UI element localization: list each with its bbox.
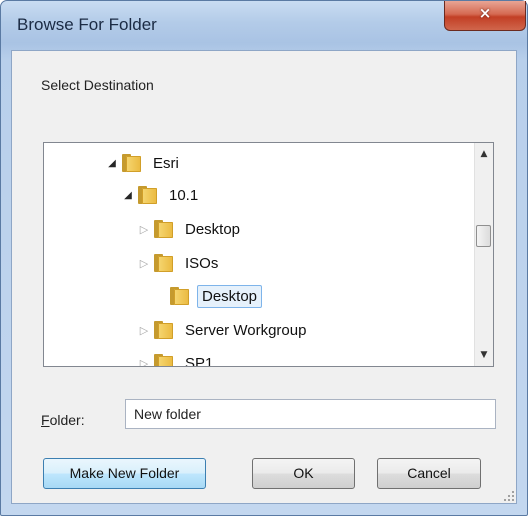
folder-icon	[153, 253, 175, 273]
tree-item-isos[interactable]: ▷ ISOs	[137, 249, 222, 277]
close-button[interactable]: ×	[444, 1, 526, 31]
folder-icon	[137, 185, 159, 205]
tree-item-server-workgroup[interactable]: ▷ Server Workgroup	[137, 316, 310, 344]
browse-for-folder-window: Browse For Folder × Select Destination ◢…	[0, 0, 528, 516]
folder-tree[interactable]: ◢ Esri ◢ 10.1 ▷ Desktop ▷ ISOs Desktop ▷…	[43, 142, 494, 367]
folder-field-label: Folder:	[41, 412, 85, 428]
scroll-up-arrow-icon[interactable]: ▲	[475, 145, 493, 163]
collapsed-arrow-icon[interactable]: ▷	[137, 222, 151, 236]
folder-icon	[153, 320, 175, 340]
make-new-folder-button[interactable]: Make New Folder	[43, 458, 206, 489]
instruction-text: Select Destination	[41, 77, 154, 93]
ok-button[interactable]: OK	[252, 458, 355, 489]
expanded-arrow-icon[interactable]: ◢	[105, 156, 119, 170]
tree-item-10-1[interactable]: ◢ 10.1	[121, 181, 202, 209]
resize-grip-icon[interactable]	[504, 491, 514, 501]
folder-icon	[169, 286, 191, 306]
cancel-button[interactable]: Cancel	[377, 458, 481, 489]
collapsed-arrow-icon[interactable]: ▷	[137, 356, 151, 367]
folder-icon	[121, 153, 143, 173]
tree-item-label: Esri	[153, 154, 179, 172]
tree-item-desktop[interactable]: ▷ Desktop	[137, 215, 244, 243]
folder-icon	[153, 219, 175, 239]
tree-item-esri[interactable]: ◢ Esri	[105, 149, 183, 177]
scroll-down-arrow-icon[interactable]: ▼	[475, 346, 493, 364]
tree-item-label: SP1	[185, 354, 214, 367]
tree-item-desktop-selected[interactable]: Desktop	[153, 282, 263, 310]
scrollbar-thumb[interactable]	[476, 225, 491, 247]
expanded-arrow-icon[interactable]: ◢	[121, 188, 135, 202]
tree-item-label: ISOs	[185, 254, 219, 272]
close-icon: ×	[478, 4, 492, 22]
expander-placeholder	[153, 289, 167, 303]
tree-item-label: Desktop	[185, 220, 241, 238]
tree-item-label: 10.1	[169, 186, 199, 204]
window-title: Browse For Folder	[17, 15, 157, 34]
collapsed-arrow-icon[interactable]: ▷	[137, 323, 151, 337]
folder-icon	[153, 353, 175, 366]
tree-item-label: Desktop	[197, 284, 263, 308]
tree-item-label: Server Workgroup	[185, 321, 307, 339]
title-bar[interactable]: Browse For Folder ×	[1, 1, 527, 51]
folder-name-input[interactable]	[125, 399, 496, 429]
vertical-scrollbar[interactable]: ▲ ▼	[474, 143, 493, 366]
collapsed-arrow-icon[interactable]: ▷	[137, 256, 151, 270]
dialog-client-area: Select Destination ◢ Esri ◢ 10.1 ▷ Deskt…	[11, 50, 517, 504]
tree-item-sp1[interactable]: ▷ SP1	[137, 349, 217, 367]
